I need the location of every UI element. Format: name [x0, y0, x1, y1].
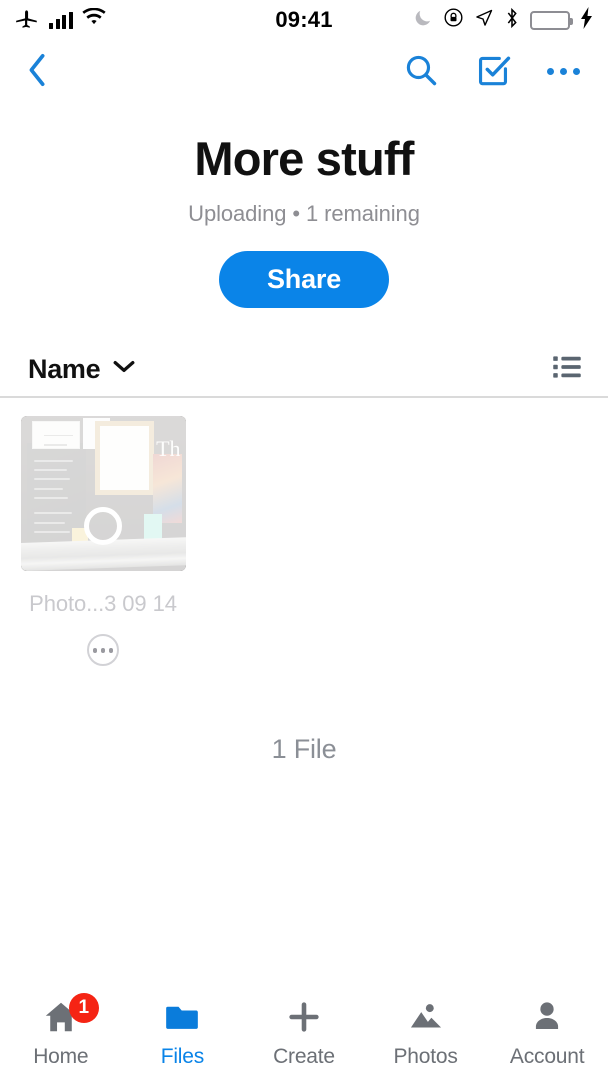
file-name-label: Photo...3 09 14	[29, 591, 177, 617]
tab-photos[interactable]: Photos	[365, 996, 487, 1069]
share-button-container: Share	[0, 251, 608, 309]
search-icon	[403, 52, 439, 91]
person-icon	[527, 996, 567, 1038]
share-button[interactable]: Share	[218, 251, 390, 309]
home-icon: 1	[41, 993, 99, 1038]
folder-header: More stuff Uploading • 1 remaining Share	[0, 102, 608, 309]
file-more-options-button[interactable]	[87, 634, 119, 667]
status-bar-left	[14, 5, 106, 36]
file-grid: Th Photo...3 09 14	[0, 398, 608, 667]
select-items-button[interactable]	[475, 52, 511, 91]
tab-home[interactable]: 1 Home	[0, 993, 122, 1069]
navigation-bar	[0, 40, 608, 102]
rotation-lock-icon	[443, 7, 464, 33]
checkbox-select-icon	[475, 52, 511, 91]
tab-label-photos: Photos	[393, 1045, 458, 1068]
list-view-icon	[552, 354, 582, 385]
upload-progress-ring	[84, 507, 122, 546]
wifi-icon	[81, 7, 106, 32]
status-bar-right	[413, 6, 594, 34]
folder-icon	[162, 996, 202, 1038]
photos-icon	[406, 996, 446, 1038]
tab-account[interactable]: Account	[486, 996, 608, 1069]
charging-bolt-icon	[580, 6, 594, 34]
location-arrow-icon	[474, 8, 494, 33]
tab-label-files: Files	[160, 1045, 205, 1068]
back-button[interactable]	[26, 53, 48, 90]
navigation-actions	[403, 52, 580, 91]
home-badge: 1	[68, 993, 99, 1023]
battery-icon	[530, 10, 573, 30]
page-title: More stuff	[194, 132, 414, 185]
upload-status-text: Uploading • 1 remaining	[188, 201, 420, 227]
sort-bar: Name	[0, 342, 608, 399]
tab-label-create: Create	[273, 1045, 335, 1068]
airplane-mode-icon	[14, 5, 40, 36]
file-count-label: 1 File	[271, 734, 337, 765]
tab-create[interactable]: Create	[243, 996, 365, 1069]
tab-label-home: Home	[33, 1045, 89, 1068]
bottom-tab-bar: 1 Home Files Create Photos Account	[0, 988, 608, 1080]
sort-selector[interactable]: Name	[28, 354, 135, 385]
tab-label-account: Account	[509, 1045, 585, 1068]
cellular-signal-icon	[49, 11, 73, 29]
tab-files[interactable]: Files	[122, 996, 244, 1069]
bluetooth-icon	[504, 7, 520, 34]
do-not-disturb-icon	[413, 8, 433, 33]
uploading-overlay	[20, 416, 186, 572]
view-toggle-button[interactable]	[552, 354, 582, 385]
file-thumbnail[interactable]: Th	[20, 416, 186, 572]
app-screen: 09:41 More stuff Uploading • 1 remaining…	[0, 0, 608, 1080]
sort-label: Name	[28, 353, 101, 384]
chevron-left-icon	[26, 53, 48, 90]
chevron-down-icon	[113, 359, 135, 379]
search-button[interactable]	[403, 52, 439, 91]
file-item[interactable]: Th Photo...3 09 14	[20, 416, 186, 667]
more-options-button[interactable]	[547, 67, 580, 75]
status-bar: 09:41	[0, 0, 608, 40]
plus-icon	[284, 996, 324, 1038]
more-horizontal-icon	[547, 67, 580, 75]
